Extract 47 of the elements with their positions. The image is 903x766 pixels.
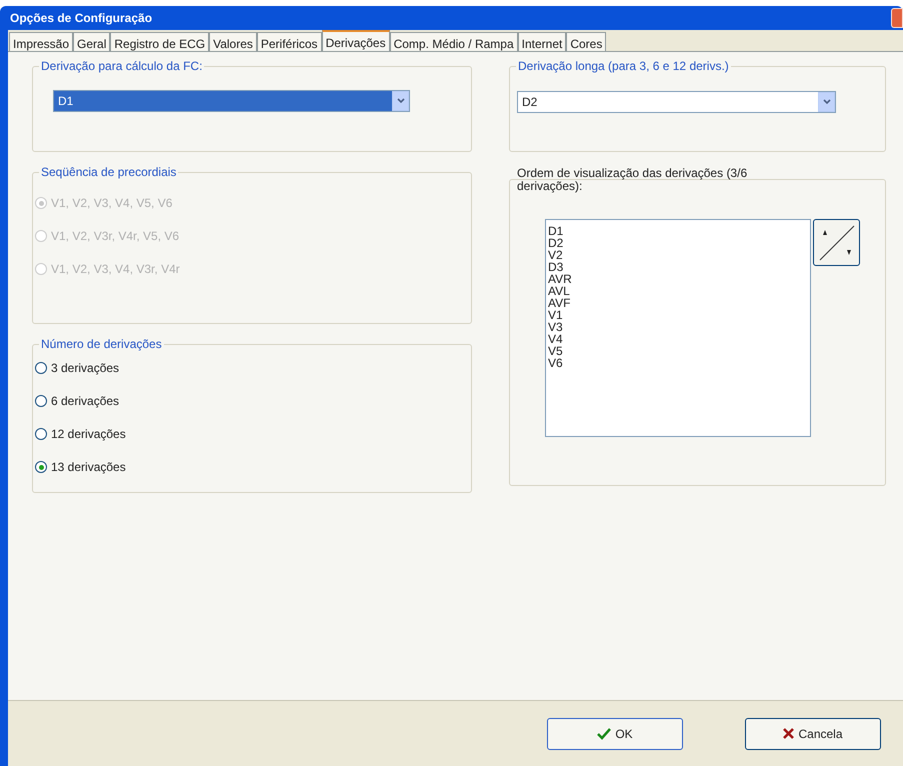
radio-label: V1, V2, V3, V4, V5, V6 <box>51 195 172 212</box>
tab[interactable]: Geral <box>73 32 110 51</box>
list-item[interactable]: AVF <box>548 297 570 309</box>
list-item[interactable]: D1 <box>548 225 564 237</box>
list-caption: Ordem de visualização das derivações (3/6 derivações): <box>516 167 748 193</box>
cross-icon <box>783 728 794 739</box>
radio-label: 13 derivações <box>51 459 126 476</box>
check-icon <box>597 728 612 740</box>
tab[interactable]: Derivações <box>322 30 390 51</box>
cancel-button[interactable]: Cancela <box>745 718 881 750</box>
radio-button[interactable] <box>35 362 47 374</box>
radio-button[interactable] <box>35 428 47 440</box>
list-item[interactable]: V5 <box>548 345 563 357</box>
group-title: Derivação para cálculo da FC: <box>39 58 204 74</box>
list-item[interactable]: V4 <box>548 333 563 345</box>
tab[interactable]: Comp. Médio / Rampa <box>390 32 518 51</box>
ok-button[interactable]: OK <box>547 718 683 750</box>
list-item[interactable]: D3 <box>548 261 564 273</box>
tab[interactable]: Periféricos <box>256 32 322 51</box>
group-title: Derivação longa (para 3, 6 e 12 derivs.) <box>516 58 731 74</box>
list-item[interactable]: D2 <box>548 237 564 249</box>
tab[interactable]: Impressão <box>9 32 74 51</box>
list-item[interactable]: V6 <box>548 357 563 369</box>
list-item[interactable]: V2 <box>548 249 563 261</box>
radio-label: V1, V2, V3r, V4r, V5, V6 <box>51 228 180 245</box>
list-item[interactable]: AVL <box>548 285 570 297</box>
list-item[interactable]: AVR <box>548 273 572 285</box>
radio-label: V1, V2, V3, V4, V3r, V4r <box>51 261 180 278</box>
dropdown[interactable]: D2 <box>517 91 836 113</box>
group-title: Seqüência de precordiais <box>39 164 178 180</box>
tab[interactable]: Internet <box>518 32 566 51</box>
tab[interactable]: Cores <box>566 32 606 51</box>
radio-button[interactable] <box>35 461 47 473</box>
group-title: Número de derivações <box>39 336 164 352</box>
radio-label: 6 derivações <box>51 393 120 410</box>
window-title: Opções de Configuração <box>9 10 152 27</box>
radio-label: 12 derivações <box>51 426 126 443</box>
radio-label: 3 derivações <box>51 360 120 377</box>
close-button[interactable] <box>891 8 903 28</box>
list-item[interactable]: V3 <box>548 321 563 333</box>
tab[interactable]: Registro de ECG <box>110 32 210 51</box>
radio-button[interactable] <box>35 395 47 407</box>
dropdown-value: D2 <box>521 94 538 111</box>
list-item[interactable]: V1 <box>548 309 563 321</box>
derivation-list[interactable]: D1 D2 V2 D3 AVR AVL AVF V1 V3 V4 V5 V6 <box>545 219 811 437</box>
tab[interactable]: Valores <box>209 32 257 51</box>
reorder-button[interactable] <box>813 219 860 266</box>
